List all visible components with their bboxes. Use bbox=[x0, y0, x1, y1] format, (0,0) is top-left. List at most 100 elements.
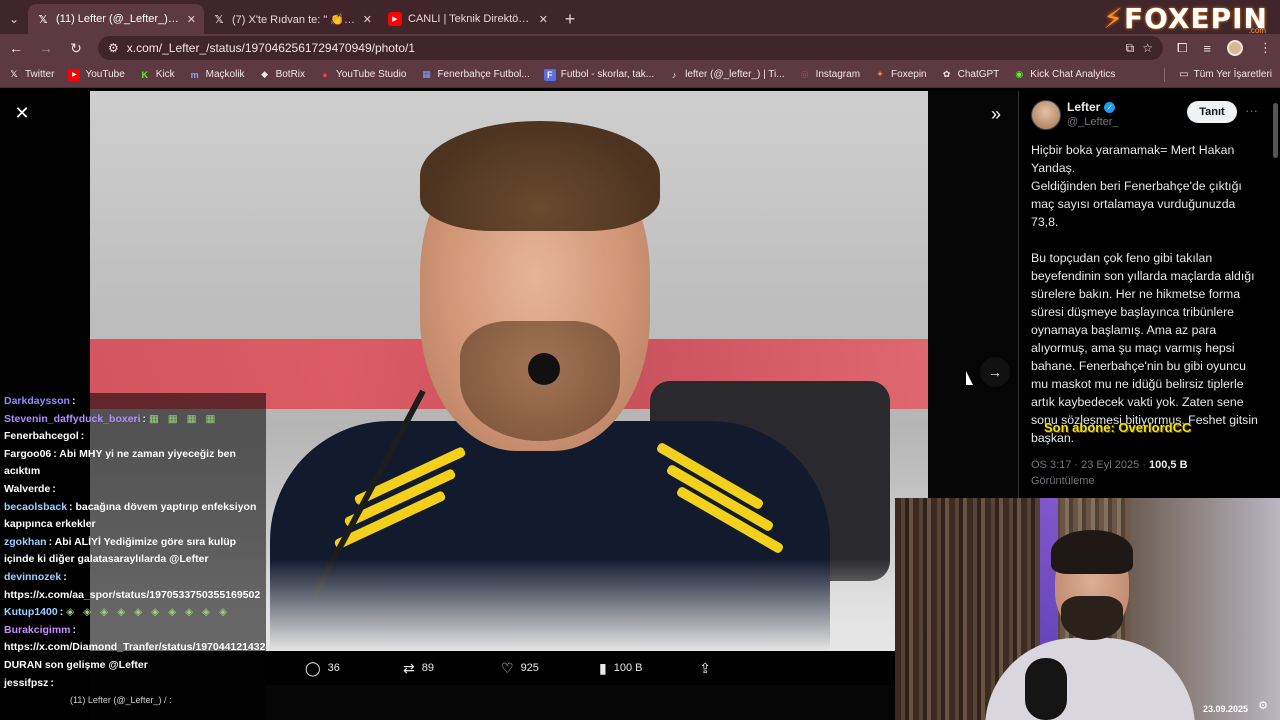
forward-button[interactable]: → bbox=[38, 40, 54, 56]
chat-username[interactable]: Stevenin_daffyduck_boxeri bbox=[4, 413, 141, 425]
chat-username[interactable]: Kutup1400 bbox=[4, 606, 58, 618]
media-icon[interactable]: ≡ bbox=[1203, 41, 1211, 56]
last-subscriber-overlay: Son abone: OverlordCC bbox=[1044, 420, 1192, 435]
photo-microphone bbox=[528, 353, 560, 385]
author-name-row[interactable]: Lefter ✓ bbox=[1067, 100, 1116, 114]
instagram-icon: ◎ bbox=[800, 69, 809, 79]
panel-scrollbar[interactable] bbox=[1273, 103, 1278, 158]
youtube-icon: ▶ bbox=[68, 68, 81, 81]
bookmark-fenerbahce[interactable]: ▦ Fenerbahçe Futbol... bbox=[420, 69, 530, 81]
close-icon[interactable]: ✕ bbox=[539, 13, 548, 26]
tweet-views: 100,5 B bbox=[1149, 459, 1188, 471]
bookmark-label: Futbol - skorlar, tak... bbox=[560, 69, 655, 80]
bookmark-botrix[interactable]: ◆ BotRix bbox=[259, 69, 305, 81]
kick-analytics-icon: ◉ bbox=[1015, 69, 1024, 79]
bookmark-divider bbox=[1164, 67, 1166, 82]
bookmark-label: Maçkolik bbox=[205, 69, 245, 80]
repost-button[interactable]: ⇄ 89 bbox=[363, 660, 461, 677]
bookmark-youtube-studio[interactable]: ● YouTube Studio bbox=[319, 69, 406, 81]
author-avatar[interactable] bbox=[1031, 100, 1061, 130]
tab-canli[interactable]: ▶ CANLI | Teknik Direktörüm... ✕ bbox=[380, 4, 556, 34]
chat-message: Walverde: bbox=[0, 481, 266, 499]
reload-button[interactable]: ↻ bbox=[68, 40, 84, 57]
share-icon: ⇪ bbox=[699, 659, 711, 676]
all-bookmarks-button[interactable]: ▭ Tüm Yer İşaretleri bbox=[1179, 69, 1272, 80]
more-options-icon[interactable]: ··· bbox=[1245, 103, 1258, 118]
tiktok-icon: ♪ bbox=[671, 69, 677, 80]
chat-username[interactable]: Burakcigimm bbox=[4, 624, 71, 636]
foxepin-icon: ✦ bbox=[876, 69, 884, 79]
star-icon[interactable]: ☆ bbox=[1142, 41, 1153, 55]
menu-icon[interactable]: ⋮ bbox=[1259, 40, 1272, 56]
author-handle[interactable]: @_Lefter_ bbox=[1067, 116, 1119, 128]
tab-search-button[interactable]: ⌄ bbox=[0, 4, 28, 34]
like-button[interactable]: ♡ 925 bbox=[461, 660, 559, 677]
install-icon[interactable]: ⧉ bbox=[1126, 41, 1135, 56]
views-button[interactable]: ▮ 100 B bbox=[559, 660, 657, 677]
streamer-beard bbox=[1061, 596, 1123, 640]
chat-username[interactable]: Fenerbahcegol bbox=[4, 430, 79, 442]
flashscore-icon: F bbox=[543, 68, 556, 81]
collapse-panel-button[interactable]: » bbox=[984, 103, 1008, 125]
tweet-meta: ÖS 3:17 · 23 Eyl 2025 · 100,5 B bbox=[1031, 459, 1188, 471]
tweet-timestamp[interactable]: ÖS 3:17 · 23 Eyl 2025 · bbox=[1031, 459, 1149, 471]
tab-label: CANLI | Teknik Direktörüm... bbox=[408, 13, 533, 25]
views-count: 100 B bbox=[613, 662, 643, 674]
bookmark-instagram[interactable]: ◎ Instagram bbox=[799, 69, 860, 81]
share-button[interactable]: ⇪ bbox=[699, 660, 711, 677]
chat-username[interactable]: devinnozek bbox=[4, 571, 61, 583]
reply-count: 36 bbox=[327, 662, 340, 674]
bookmark-label: Kick bbox=[155, 69, 175, 80]
chat-username[interactable]: Walverde bbox=[4, 483, 50, 495]
bookmark-label: Twitter bbox=[25, 69, 55, 80]
close-icon[interactable]: ✕ bbox=[363, 13, 372, 26]
bookmark-twitter[interactable]: 𝕏 Twitter bbox=[8, 69, 54, 81]
tab-ridvan[interactable]: 𝕏 (7) X'te Rıdvan te: " 👏 https://t ✕ bbox=[204, 4, 380, 34]
close-icon[interactable]: ✕ bbox=[187, 13, 196, 26]
author-name: Lefter bbox=[1067, 100, 1101, 114]
next-photo-button[interactable]: → bbox=[980, 357, 1010, 387]
x-logo-icon: 𝕏 bbox=[214, 13, 224, 26]
reply-button[interactable]: ◯ 36 bbox=[265, 660, 363, 677]
chat-username[interactable]: zgokhan bbox=[4, 536, 47, 548]
bookmark-foxepin[interactable]: ✦ Foxepin bbox=[874, 69, 927, 81]
stream-chat-overlay: Darkdaysson: Stevenin_daffyduck_boxeri: … bbox=[0, 393, 266, 720]
chat-separator: : bbox=[63, 570, 67, 583]
bookmark-futbol[interactable]: F Futbol - skorlar, tak... bbox=[543, 68, 655, 81]
chat-username[interactable]: Darkdaysson bbox=[4, 395, 70, 407]
chat-separator: : bbox=[71, 395, 76, 407]
streamer-microphone bbox=[1025, 658, 1067, 720]
bookmark-mackolik[interactable]: m Maçkolik bbox=[189, 69, 245, 81]
address-bar[interactable]: ⚙ x.com/_Lefter_/status/1970462561729470… bbox=[98, 36, 1163, 60]
bookmark-youtube[interactable]: ▶ YouTube bbox=[68, 68, 125, 81]
bookmark-tiktok[interactable]: ♪ lefter (@_lefter_) | Ti... bbox=[668, 69, 785, 81]
taskbar-window-label: (11) Lefter (@_Lefter_) / : bbox=[70, 695, 172, 705]
fox-icon: ⚡ bbox=[1103, 2, 1124, 35]
tab-lefter[interactable]: 𝕏 (11) Lefter (@_Lefter_) / X ✕ bbox=[28, 4, 204, 34]
profile-avatar[interactable] bbox=[1227, 40, 1243, 56]
chat-username[interactable]: Fargoo06 bbox=[4, 448, 51, 460]
mouse-cursor-icon bbox=[966, 371, 973, 385]
follow-button[interactable]: Tanıt bbox=[1187, 101, 1237, 123]
extensions-icon[interactable]: ⧠ bbox=[1177, 40, 1187, 56]
bookmark-kick[interactable]: K Kick bbox=[139, 69, 175, 81]
browser-toolbar: ← → ↻ ⚙ x.com/_Lefter_/status/1970462561… bbox=[0, 34, 1280, 62]
close-viewer-button[interactable]: ✕ bbox=[12, 103, 32, 123]
bookmark-label: ChatGPT bbox=[957, 69, 1000, 80]
tweet-views-label: Görüntüleme bbox=[1031, 475, 1095, 487]
chat-username[interactable]: jessifpsz bbox=[4, 677, 48, 689]
toolbar-icons: ⧠ ≡ ⋮ bbox=[1177, 40, 1272, 56]
site-info-icon[interactable]: ⚙ bbox=[108, 41, 119, 55]
new-tab-button[interactable]: + bbox=[556, 4, 584, 34]
double-chevron-right-icon: » bbox=[990, 103, 1001, 124]
bookmark-kick-analytics[interactable]: ◉ Kick Chat Analytics bbox=[1013, 69, 1115, 81]
mackolik-icon: m bbox=[190, 69, 199, 80]
bookmark-label: Foxepin bbox=[891, 69, 927, 80]
back-button[interactable]: ← bbox=[8, 40, 24, 56]
chat-username[interactable]: becaolsback bbox=[4, 501, 67, 513]
like-count: 925 bbox=[520, 662, 539, 674]
url-text: x.com/_Lefter_/status/197046256172947094… bbox=[126, 41, 415, 55]
bookmark-chatgpt[interactable]: ✿ ChatGPT bbox=[941, 69, 1000, 81]
tab-label: (11) Lefter (@_Lefter_) / X bbox=[56, 13, 181, 25]
chat-message: Fenerbahcegol: bbox=[0, 428, 266, 446]
